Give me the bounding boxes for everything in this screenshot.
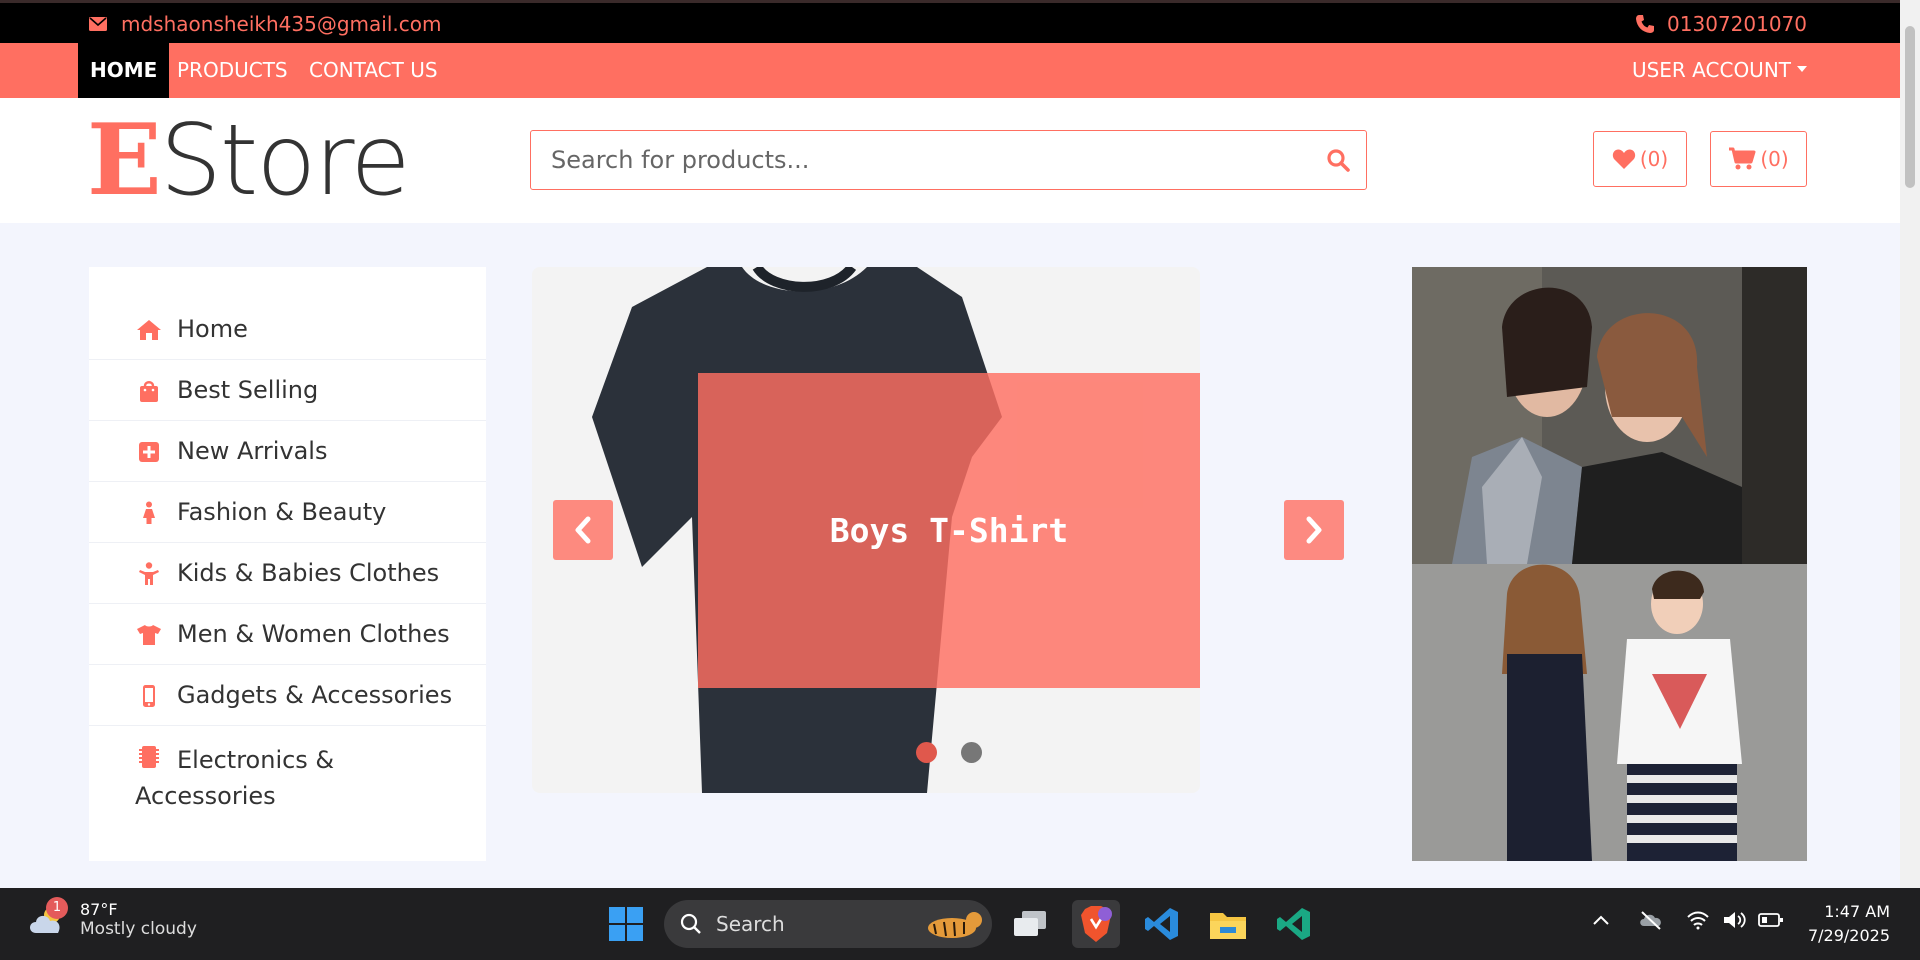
clock-time: 1:47 AM [1824, 902, 1890, 921]
start-button[interactable] [602, 900, 650, 948]
file-explorer-button[interactable] [1204, 900, 1252, 948]
sidebar-item-label: Electronics & Accessories [135, 746, 335, 810]
search-icon [680, 913, 701, 934]
sidebar-item-new-arrivals[interactable]: New Arrivals [89, 421, 486, 482]
carousel-prev-button[interactable] [553, 500, 613, 560]
sidebar-item-men-women[interactable]: Men & Women Clothes [89, 604, 486, 665]
tshirt-icon [137, 625, 161, 645]
weather-badge: 1 [46, 897, 68, 919]
cart-button[interactable]: (0) [1710, 131, 1807, 187]
mobile-icon [143, 685, 155, 707]
carousel-dot-2[interactable] [961, 742, 982, 763]
sidebar-item-electronics[interactable]: Electronics & Accessories [89, 726, 486, 810]
tiger-decoration-icon [928, 912, 982, 938]
phone-text: 01307201070 [1667, 12, 1807, 36]
sidebar-item-kids-babies[interactable]: Kids & Babies Clothes [89, 543, 486, 604]
plus-square-icon [139, 442, 159, 462]
chevron-up-icon[interactable] [1591, 910, 1611, 930]
phone-icon [1636, 15, 1655, 33]
child-icon [139, 562, 159, 585]
vscode-insiders-icon [1277, 908, 1310, 940]
nav-contact[interactable]: CONTACT US [297, 43, 450, 98]
chevron-right-icon [1306, 516, 1322, 544]
clock-date: 7/29/2025 [1807, 926, 1890, 945]
wishlist-count: (0) [1639, 147, 1669, 171]
search-input[interactable] [551, 131, 1311, 189]
sidebar-item-label: New Arrivals [177, 437, 328, 465]
brave-browser-icon [1081, 906, 1112, 942]
sidebar-item-fashion-beauty[interactable]: Fashion & Beauty [89, 482, 486, 543]
logo-letter: E [87, 103, 162, 218]
system-clock[interactable]: 1:47 AM 7/29/2025 [1808, 900, 1890, 948]
shopping-bag-icon [140, 381, 158, 402]
cart-count: (0) [1760, 147, 1789, 171]
promo-banner-women[interactable] [1412, 267, 1807, 564]
weather-widget[interactable]: 1 87°F Mostly cloudy [26, 897, 197, 939]
promo-banner-kids[interactable] [1412, 564, 1807, 861]
windows-logo-icon [609, 907, 643, 941]
kids-fashion-image [1412, 564, 1807, 861]
carousel-dot-1[interactable] [916, 742, 937, 763]
top-contact-bar: mdshaonsheikh435@gmail.com 01307201070 [0, 0, 1900, 43]
folder-icon [1210, 913, 1246, 939]
taskbar-search[interactable]: Search [664, 900, 992, 948]
sidebar-item-label: Gadgets & Accessories [177, 681, 453, 709]
sidebar-item-label: Men & Women Clothes [177, 620, 450, 648]
sidebar-item-label: Fashion & Beauty [177, 498, 387, 526]
envelope-icon [89, 17, 107, 31]
heart-icon [1612, 149, 1635, 169]
caret-down-icon [1797, 65, 1807, 72]
carousel-next-button[interactable] [1284, 500, 1344, 560]
weather-condition: Mostly cloudy [80, 919, 197, 939]
sidebar-item-gadgets[interactable]: Gadgets & Accessories [89, 665, 486, 726]
nav-home[interactable]: HOME [78, 43, 170, 98]
main-navbar: HOME PRODUCTS CONTACT US USER ACCOUNT [0, 43, 1900, 98]
vscode-button[interactable] [1138, 900, 1186, 948]
nav-products[interactable]: PRODUCTS [165, 43, 300, 98]
temperature: 87°F [80, 900, 118, 919]
home-icon [137, 320, 161, 340]
search-icon[interactable] [1326, 148, 1350, 176]
fashion-women-image [1412, 267, 1807, 564]
vscode-insiders-button[interactable] [1270, 900, 1318, 948]
site-header: EStore (0) (0) [0, 98, 1900, 223]
shopping-cart-icon [1729, 147, 1756, 170]
female-icon [143, 501, 155, 524]
category-sidebar: Home Best Selling New Arrivals Fashion &… [89, 267, 486, 861]
user-account-label: USER ACCOUNT [1631, 58, 1791, 82]
hero-carousel: Boys T-Shirt [532, 267, 1200, 793]
email-text: mdshaonsheikh435@gmail.com [121, 12, 442, 36]
phone-link[interactable]: 01307201070 [1635, 12, 1807, 36]
task-view-icon [1014, 911, 1046, 936]
user-account-dropdown[interactable]: USER ACCOUNT [1632, 43, 1807, 98]
wifi-icon[interactable] [1686, 910, 1710, 930]
sidebar-item-home[interactable]: Home [89, 299, 486, 360]
task-view-button[interactable] [1006, 900, 1054, 948]
onedrive-offline-icon[interactable] [1638, 910, 1664, 930]
windows-taskbar: 1 87°F Mostly cloudy Search 1:47 AM 7/29… [0, 888, 1920, 960]
site-logo[interactable]: EStore [87, 103, 411, 218]
wishlist-button[interactable]: (0) [1593, 131, 1687, 187]
page-scrollbar[interactable] [1900, 0, 1920, 888]
email-link[interactable]: mdshaonsheikh435@gmail.com [89, 12, 441, 36]
slide-caption: Boys T-Shirt [698, 373, 1200, 688]
volume-icon[interactable] [1722, 910, 1748, 930]
taskbar-search-label: Search [716, 912, 785, 936]
battery-icon[interactable] [1758, 910, 1784, 930]
brave-browser-button[interactable] [1072, 900, 1120, 948]
sidebar-item-label: Best Selling [177, 376, 319, 404]
product-search [530, 130, 1367, 190]
scrollbar-thumb[interactable] [1905, 26, 1915, 188]
vscode-icon [1145, 908, 1178, 940]
sidebar-item-best-selling[interactable]: Best Selling [89, 360, 486, 421]
logo-text: Store [159, 104, 411, 218]
chevron-left-icon [575, 516, 591, 544]
sidebar-item-label: Kids & Babies Clothes [177, 559, 440, 587]
